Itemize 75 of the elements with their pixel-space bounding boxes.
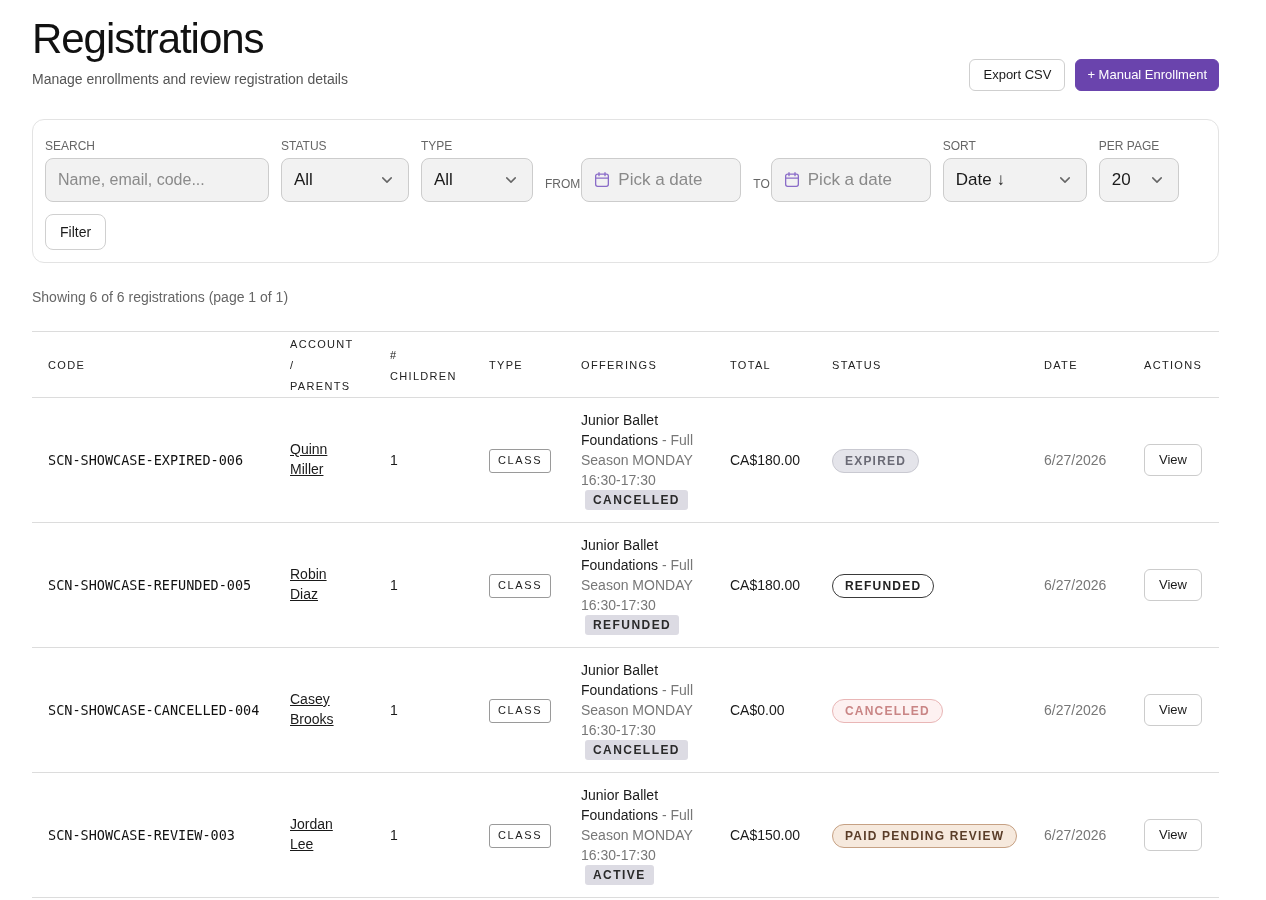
- chevron-down-icon: [1059, 177, 1070, 183]
- dropdown-select[interactable]: 20: [1098, 158, 1179, 202]
- children-count: 1: [390, 702, 398, 718]
- account-link[interactable]: Jordan Lee: [290, 814, 333, 854]
- registration-code: SCN-SHOWCASE-REFUNDED-005: [48, 577, 252, 593]
- results-summary: Showing 6 of 6 registrations (page 1 of 1): [32, 288, 289, 307]
- field-label: TO: [753, 176, 771, 193]
- column-header: TOTAL: [730, 359, 772, 371]
- offering-status-tag: CANCELLED: [585, 740, 688, 760]
- view-button[interactable]: View: [1144, 569, 1202, 601]
- registration-date: 6/27/2026: [1044, 702, 1107, 718]
- view-button[interactable]: View: [1144, 819, 1202, 851]
- status-pill: CANCELLED: [832, 698, 943, 723]
- registration-date: 6/27/2026: [1044, 452, 1107, 468]
- view-button[interactable]: View: [1144, 444, 1202, 476]
- children-count: 1: [390, 452, 398, 468]
- calendar-icon: [595, 172, 610, 187]
- account-link[interactable]: Casey Brooks: [290, 689, 334, 729]
- total-amount: CA$0.00: [730, 702, 785, 718]
- offering-status-tag: REFUNDED: [585, 615, 680, 635]
- registration-code: SCN-SHOWCASE-CANCELLED-004: [48, 702, 260, 718]
- field-label: TYPE: [421, 138, 453, 154]
- search-field[interactable]: Name, email, code...: [45, 158, 269, 202]
- dropdown-select[interactable]: Date ↓: [942, 158, 1087, 202]
- column-header: ACCOUNT / PARENTS: [290, 338, 354, 392]
- page-title: Registrations: [32, 15, 264, 63]
- manual-enrollment-button[interactable]: + Manual Enrollment: [1075, 59, 1219, 91]
- calendar-icon: [784, 172, 799, 187]
- registration-date: 6/27/2026: [1044, 577, 1107, 593]
- type-tag: CLASS: [489, 698, 552, 723]
- total-amount: CA$180.00: [730, 452, 801, 468]
- status-pill: EXPIRED: [832, 448, 920, 473]
- field-label: PER PAGE: [1098, 138, 1160, 154]
- chevron-down-icon: [1151, 177, 1162, 183]
- date-field[interactable]: Pick a date: [770, 158, 931, 202]
- column-header: STATUS: [832, 359, 882, 371]
- type-tag: CLASS: [489, 448, 552, 473]
- status-pill: REFUNDED: [832, 573, 935, 598]
- page-subtitle: Manage enrollments and review registration details: [32, 70, 348, 89]
- filter-button[interactable]: Filter: [45, 214, 107, 250]
- total-amount: CA$180.00: [730, 577, 801, 593]
- field-label: SORT: [942, 138, 976, 154]
- registration-date: 6/27/2026: [1044, 827, 1107, 843]
- registration-code: SCN-SHOWCASE-EXPIRED-006: [48, 452, 244, 468]
- chevron-down-icon: [506, 177, 516, 183]
- dropdown-select[interactable]: All: [281, 158, 409, 202]
- children-count: 1: [390, 577, 398, 593]
- chevron-down-icon: [382, 177, 392, 183]
- export-csv-button[interactable]: Export CSV: [969, 59, 1066, 91]
- field-label: SEARCH: [45, 138, 95, 154]
- column-header: ACTIONS: [1144, 359, 1203, 371]
- type-tag: CLASS: [489, 823, 552, 848]
- account-link[interactable]: Quinn Miller: [290, 439, 328, 479]
- column-header: DATE: [1044, 359, 1078, 371]
- column-header: TYPE: [489, 359, 523, 371]
- registration-code: SCN-SHOWCASE-REVIEW-003: [48, 827, 235, 843]
- view-button[interactable]: View: [1144, 694, 1202, 726]
- column-header: CODE: [48, 359, 86, 371]
- field-label: STATUS: [281, 138, 327, 154]
- account-link[interactable]: Robin Diaz: [290, 564, 327, 604]
- total-amount: CA$150.00: [730, 827, 801, 843]
- column-header: OFFERINGS: [581, 359, 658, 371]
- offering-status-tag: ACTIVE: [585, 865, 654, 885]
- offering-text: Junior Ballet Foundations - Full Season MONDAY 16:30-17:30: [581, 786, 695, 865]
- field-label: FROM: [545, 176, 582, 193]
- type-tag: CLASS: [489, 573, 552, 598]
- column-header: # CHILDREN: [390, 348, 457, 382]
- offering-text: Junior Ballet Foundations - Full Season MONDAY 16:30-17:30: [581, 536, 695, 615]
- dropdown-select[interactable]: All: [421, 158, 533, 202]
- date-field[interactable]: Pick a date: [581, 158, 742, 202]
- status-pill: PAID PENDING REVIEW: [832, 823, 1018, 848]
- children-count: 1: [390, 827, 398, 843]
- offering-status-tag: CANCELLED: [585, 490, 688, 510]
- offering-text: Junior Ballet Foundations - Full Season MONDAY 16:30-17:30: [581, 411, 695, 490]
- offering-text: Junior Ballet Foundations - Full Season MONDAY 16:30-17:30: [581, 661, 695, 740]
